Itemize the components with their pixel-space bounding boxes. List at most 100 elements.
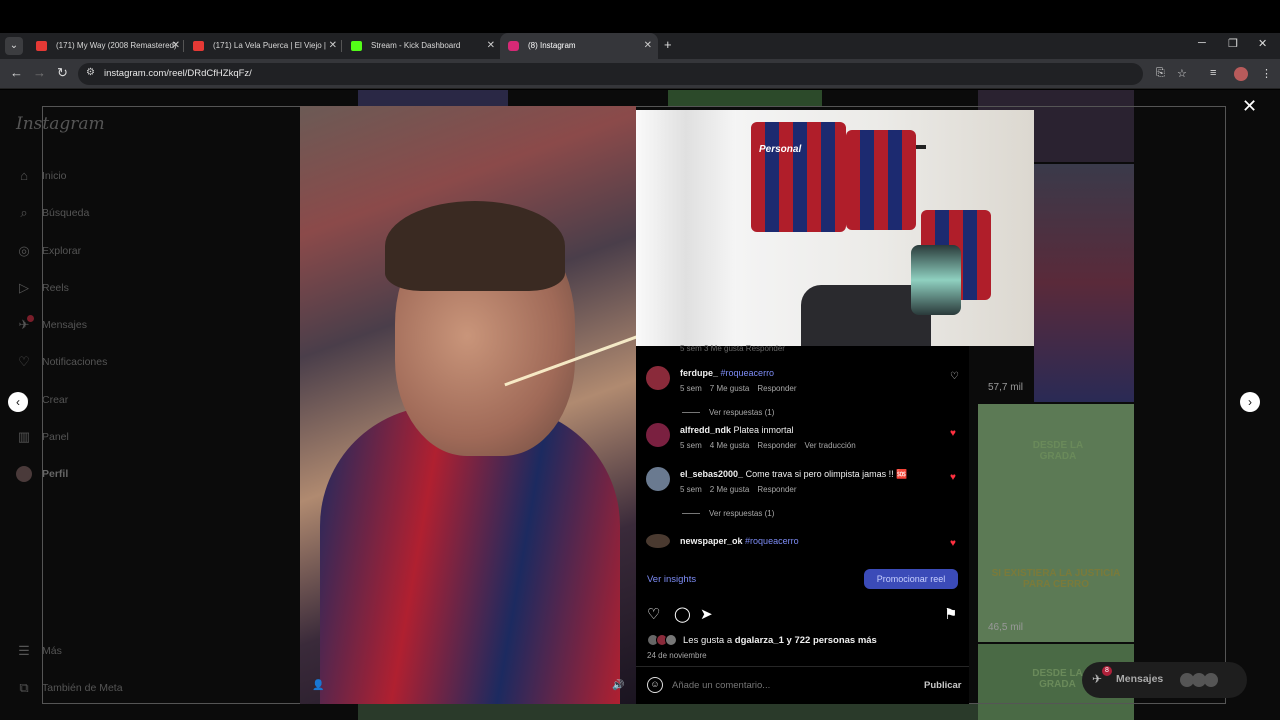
save-bookmark-icon[interactable]: ⚑ [944,605,957,623]
next-arrow-icon[interactable]: › [1240,392,1260,412]
tab-la-vela-puerca[interactable]: (171) La Vela Puerca | El Viejo | ✕ [185,33,343,59]
jersey-sponsor-text: Personal [759,144,802,155]
tab-instagram[interactable]: (8) Instagram ✕ [500,33,658,59]
site-info-icon[interactable]: ⚙ [86,67,95,78]
reply-button[interactable]: Responder [757,485,796,494]
comment-likes[interactable]: 7 Me gusta [710,384,750,393]
comment-body: Come trava si pero olimpista jamas !! 🆘 [745,469,908,479]
comment-username[interactable]: el_sebas2000_ [680,469,743,479]
liked-heart-icon[interactable]: ♥ [950,472,956,483]
grid-thumbnail [668,90,822,107]
share-send-icon[interactable]: ➤ [700,605,713,623]
translate-button[interactable]: Ver traducción [805,441,856,450]
bookmark-star-icon[interactable]: ☆ [1177,67,1187,80]
tab-separator [183,40,184,52]
back-icon[interactable]: ← [10,65,23,80]
comment-username[interactable]: alfredd_ndk [680,425,731,435]
user-tag-icon[interactable]: 👤 [312,680,324,691]
url-text[interactable]: instagram.com/reel/DRdCfHZkqFz/ [104,68,252,79]
tab-kick-dashboard[interactable]: Stream - Kick Dashboard ✕ [343,33,501,59]
comment-bubble-icon[interactable]: ◯ [674,605,691,623]
tab-search-button[interactable]: ⌄ [5,37,23,55]
reply-button[interactable]: Responder [757,384,796,393]
heart-icon: ♡ [18,354,30,369]
close-tab-icon[interactable]: ✕ [487,33,495,59]
close-window-icon[interactable]: ✕ [1258,37,1267,50]
compass-icon: ◎ [18,243,30,258]
like-heart-icon[interactable]: ♡ [647,605,660,623]
address-bar[interactable]: ⚙ instagram.com/reel/DRdCfHZkqFz/ [78,63,1143,85]
comment-username[interactable]: newspaper_ok [680,536,743,546]
liked-heart-icon[interactable]: ♥ [950,538,956,549]
emoji-icon[interactable]: ☺ [647,677,663,693]
view-replies-button[interactable]: Ver respuestas (1) [682,509,774,518]
comment-meta: 5 sem 2 Me gusta Responder [680,485,805,494]
likes-prefix: Les gusta a [683,635,735,646]
view-replies-button[interactable]: Ver respuestas (1) [682,408,774,417]
close-tab-icon[interactable]: ✕ [329,33,337,59]
comment-text: ferdupe_ #roqueacerro [680,368,774,378]
grid-thumbnail [358,704,668,720]
notification-badge [27,315,34,322]
publish-button[interactable]: Publicar [924,680,962,691]
reel-video[interactable]: 👤 🔊 [300,106,636,704]
close-modal-icon[interactable]: ✕ [1242,96,1257,117]
comment-time: 5 sem [680,384,702,393]
tab-my-way[interactable]: (171) My Way (2008 Remastered) ✕ [28,33,186,59]
profile-avatar[interactable] [1234,67,1248,81]
add-comment-input[interactable] [672,680,912,691]
reload-icon[interactable]: ↻ [57,65,68,81]
minimize-icon[interactable]: ─ [1198,37,1206,49]
commenter-avatar[interactable] [646,534,670,548]
tab-title: Stream - Kick Dashboard [371,41,461,50]
likes-user[interactable]: dgalarza_1 [735,635,784,646]
forward-icon[interactable]: → [33,65,46,80]
partial-comment-meta: 5 sem 3 Me gusta Responder [680,344,785,353]
likes-summary[interactable]: Les gusta a dgalarza_1 y 722 personas má… [683,635,877,646]
new-tab-button[interactable]: + [664,37,672,52]
likes-count[interactable]: y 722 personas más [784,635,877,646]
commenter-avatar[interactable] [646,467,670,491]
commenter-avatar[interactable] [646,423,670,447]
youtube-icon [36,41,47,51]
comment-hashtag[interactable]: #roqueacerro [745,536,799,546]
window-top [0,0,1280,33]
comment-meta: 5 sem 4 Me gusta Responder Ver traducción [680,441,864,450]
webcam-curtain [636,110,736,346]
reply-button[interactable]: Responder [757,441,796,450]
avatar-icon [16,466,32,482]
home-icon: ⌂ [20,168,28,183]
close-tab-icon[interactable]: ✕ [644,33,652,59]
comment-username[interactable]: ferdupe_ [680,368,718,378]
liker-avatar [665,634,677,646]
menu-kebab-icon[interactable]: ⋮ [1261,67,1272,80]
view-insights-link[interactable]: Ver insights [647,574,696,585]
comment-body: Platea inmortal [733,425,794,435]
video-frame-hair [385,201,565,291]
comment-meta: 5 sem 7 Me gusta Responder [680,384,805,393]
messenger-icon: ✈ [1092,672,1103,686]
like-heart-icon[interactable]: ♡ [950,371,959,382]
liked-heart-icon[interactable]: ♥ [950,428,956,439]
reels-icon: ▷ [19,280,29,295]
install-app-icon[interactable]: ⎘ [1156,67,1165,80]
webcam-overlay: Personal [636,110,1034,346]
comment-likes[interactable]: 2 Me gusta [710,485,750,494]
view-replies-label: Ver respuestas (1) [709,509,775,518]
comment-likes[interactable]: 4 Me gusta [710,441,750,450]
promote-reel-button[interactable]: Promocionar reel [864,569,958,589]
search-icon: ⌕ [20,205,28,220]
post-date: 24 de noviembre [647,651,707,660]
commenter-avatar[interactable] [646,366,670,390]
comment-hashtag[interactable]: #roqueacerro [721,368,775,378]
comment-time: 5 sem [680,441,702,450]
tab-strip: ⌄ (171) My Way (2008 Remastered) ✕ (171)… [0,33,1280,59]
volume-icon[interactable]: 🔊 [612,680,624,691]
messages-pill[interactable]: ✈ 8 Mensajes [1082,662,1247,698]
previous-arrow-icon[interactable]: ‹ [8,392,28,412]
close-tab-icon[interactable]: ✕ [172,33,180,59]
maximize-icon[interactable]: ❐ [1228,37,1238,50]
chart-icon: ▥ [17,429,31,444]
media-control-icon[interactable]: ≡ [1210,67,1216,79]
browser-toolbar: ← → ↻ ⚙ instagram.com/reel/DRdCfHZkqFz/ … [0,59,1280,89]
